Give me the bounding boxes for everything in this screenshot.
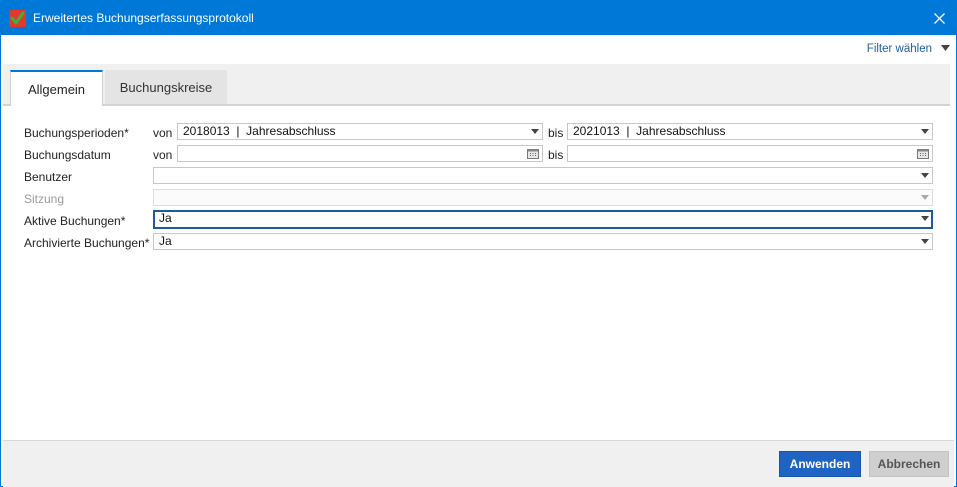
von-label: von <box>153 126 173 140</box>
tab-strip: Allgemein Buchungskreise <box>3 64 950 106</box>
calendar-icon[interactable] <box>917 148 929 159</box>
dropdown-arrow-icon <box>921 216 929 221</box>
dropdown-value: 2018013 | Jahresabschluss <box>183 124 336 138</box>
dialog-footer: Anwenden Abbrechen <box>3 440 954 487</box>
dropdown-value: Ja <box>159 234 172 248</box>
dropdown-arrow-icon <box>921 173 929 178</box>
dropdown-arrow-icon <box>921 129 929 134</box>
calendar-icon[interactable] <box>527 148 539 159</box>
chevron-down-icon[interactable] <box>941 45 950 51</box>
aktive-buchungen-dropdown[interactable]: Ja <box>153 210 933 229</box>
sitzung-dropdown <box>153 189 933 206</box>
filter-select-link[interactable]: Filter wählen <box>867 43 932 55</box>
aktive-buchungen-label: Aktive Buchungen* <box>24 214 126 228</box>
buchungsdatum-label: Buchungsdatum <box>24 148 111 162</box>
tab-label: Buchungskreise <box>119 79 213 95</box>
close-button[interactable] <box>922 1 956 35</box>
benutzer-dropdown[interactable] <box>153 167 933 184</box>
app-logo-icon <box>9 10 26 27</box>
buchungsperioden-label: Buchungsperioden* <box>24 126 129 140</box>
dropdown-arrow-icon <box>921 239 929 244</box>
bis-label: bis <box>548 126 564 140</box>
archivierte-buchungen-label: Archivierte Buchungen* <box>24 236 150 250</box>
dropdown-value: 2021013 | Jahresabschluss <box>573 124 726 138</box>
sitzung-label: Sitzung <box>24 192 65 206</box>
buchungsperioden-from-dropdown[interactable]: 2018013 | Jahresabschluss <box>177 123 543 140</box>
von-label: von <box>153 148 173 162</box>
title-bar: Erweitertes Buchungserfassungsprotokoll <box>1 1 956 35</box>
apply-button[interactable]: Anwenden <box>779 451 861 477</box>
dropdown-arrow-icon <box>921 195 929 200</box>
tab-buchungskreise[interactable]: Buchungskreise <box>105 70 227 104</box>
dropdown-value: Ja <box>159 211 172 225</box>
cancel-button[interactable]: Abbrechen <box>869 451 949 477</box>
buchungsperioden-to-dropdown[interactable]: 2021013 | Jahresabschluss <box>567 123 933 140</box>
window-title: Erweitertes Buchungserfassungsprotokoll <box>33 11 254 25</box>
benutzer-label: Benutzer <box>24 170 73 184</box>
buchungsdatum-to-input[interactable] <box>567 145 933 162</box>
buchungsdatum-from-input[interactable] <box>177 145 543 162</box>
dropdown-arrow-icon <box>531 129 539 134</box>
archivierte-buchungen-dropdown[interactable]: Ja <box>153 233 933 250</box>
close-icon <box>933 12 945 24</box>
dialog-window: Erweitertes Buchungserfassungsprotokoll … <box>0 0 957 487</box>
tab-allgemein[interactable]: Allgemein <box>10 70 103 106</box>
bis-label: bis <box>548 148 564 162</box>
tab-label: Allgemein <box>27 81 86 97</box>
